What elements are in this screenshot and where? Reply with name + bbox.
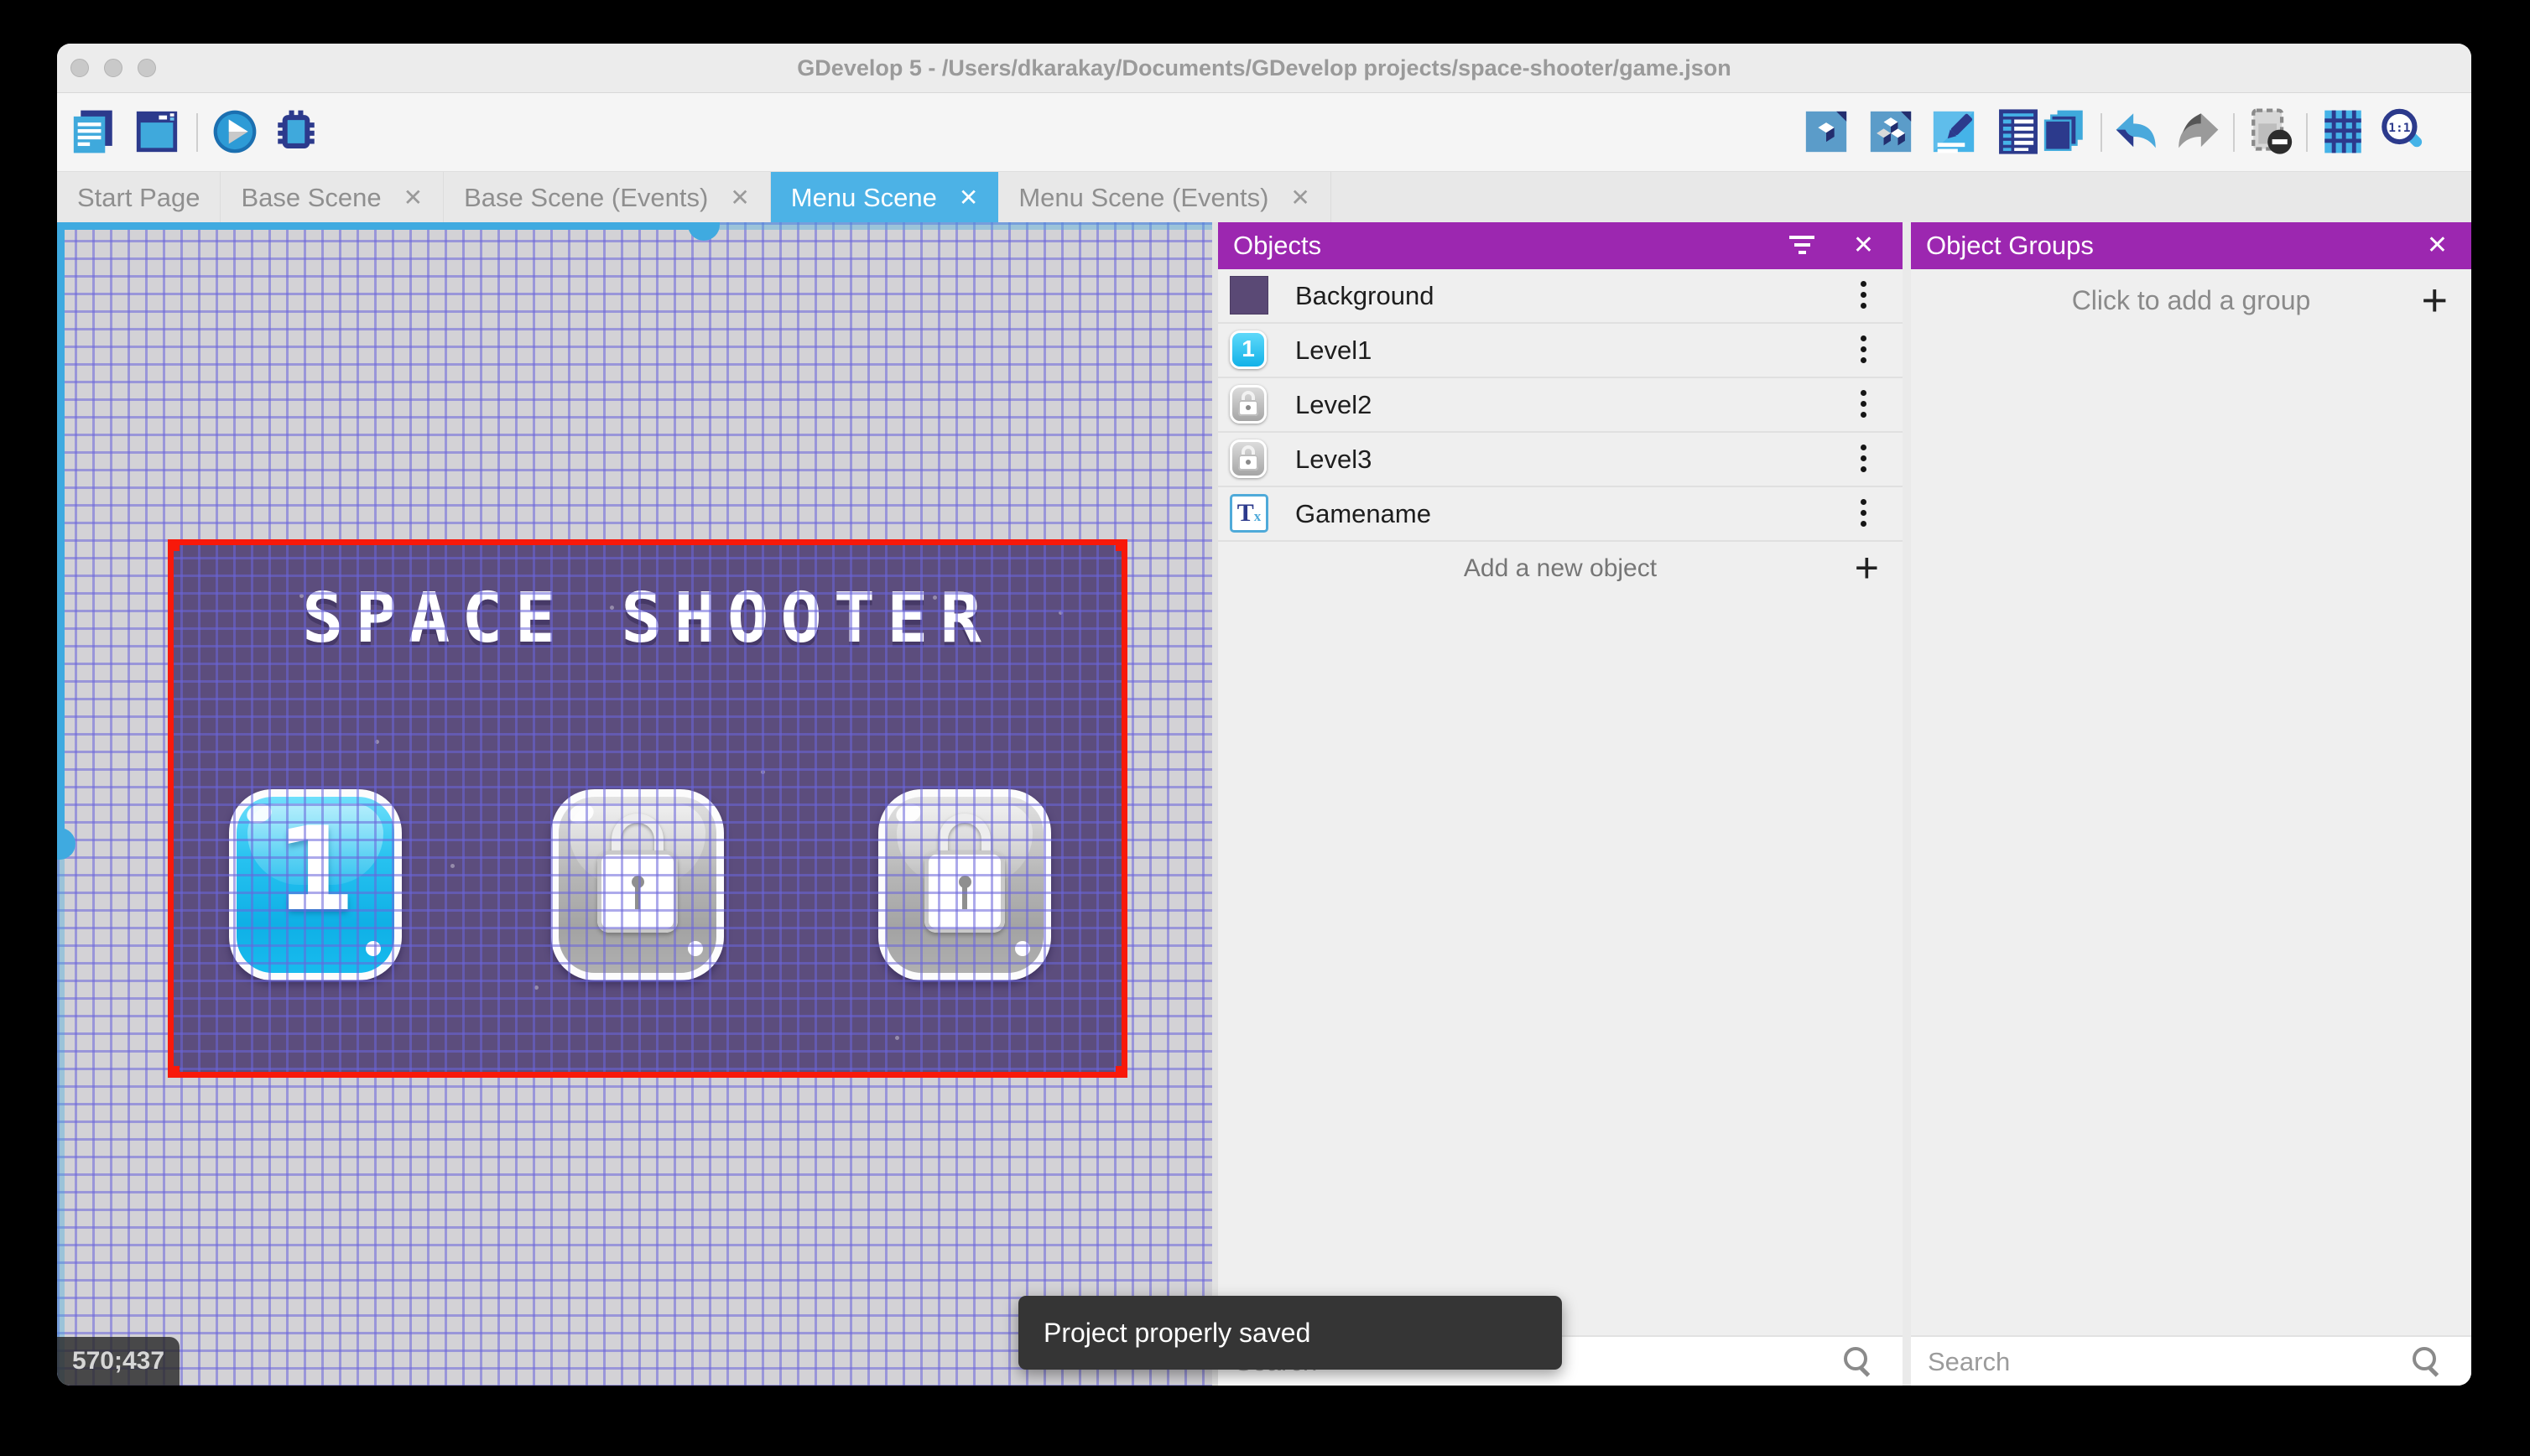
titlebar: GDevelop 5 - /Users/dkarakay/Documents/G… <box>57 44 2471 93</box>
lock-icon <box>559 814 716 933</box>
add-object-label: Add a new object <box>1463 554 1658 582</box>
groups-search-input[interactable] <box>1926 1344 2322 1381</box>
tab-menu-scene[interactable]: Menu Scene ✕ <box>770 172 999 223</box>
objects-panel-header: Objects ✕ <box>1218 222 1903 269</box>
level3-thumbnail <box>1230 439 1270 480</box>
instances-list-button[interactable] <box>1994 107 2043 156</box>
level2-thumbnail <box>1230 385 1270 425</box>
object-groups-panel-header: Object Groups ✕ <box>1911 222 2471 269</box>
close-panel-icon[interactable]: ✕ <box>1853 222 1874 269</box>
grid-icon <box>2324 110 2361 153</box>
objects-panel: Objects ✕ Background 1 Level1 Level2 Lev… <box>1218 222 1903 1386</box>
scene-editor-canvas[interactable]: SPACE SHOOTER 1 570;437 <box>57 222 1212 1386</box>
vertical-scrollbar-thumb[interactable] <box>57 828 75 860</box>
zoom-reset-button[interactable]: 1:1 <box>2378 107 2427 156</box>
object-row-level2[interactable]: Level2 <box>1218 378 1903 433</box>
toolbar-divider <box>196 113 198 152</box>
main-toolbar: 1:1 <box>57 93 2471 171</box>
play-icon <box>213 110 257 153</box>
level2-button-instance[interactable] <box>551 789 724 980</box>
object-menu-icon[interactable] <box>1861 281 1867 311</box>
panel-divider[interactable] <box>1903 222 1911 1386</box>
main-content: SPACE SHOOTER 1 570;437 Objects ✕ Backgr… <box>57 222 2471 1386</box>
window-mask-icon <box>2251 108 2293 154</box>
debug-bug-icon <box>278 110 315 148</box>
close-tab-icon[interactable]: ✕ <box>1290 184 1309 211</box>
add-object-plus-icon[interactable]: + <box>1855 542 1879 594</box>
search-icon <box>2413 1347 2441 1377</box>
add-object-row[interactable]: Add a new object + <box>1218 542 1903 596</box>
gamename-text-instance[interactable]: SPACE SHOOTER <box>174 579 1122 658</box>
svg-text:1:1: 1:1 <box>2388 122 2410 135</box>
level3-button-instance[interactable] <box>878 789 1051 980</box>
toolbar-divider <box>2306 113 2308 152</box>
start-page-button[interactable] <box>133 107 181 156</box>
objects-cube-icon <box>1805 111 1847 153</box>
toggle-grid-button[interactable] <box>2319 107 2367 156</box>
toolbar-divider <box>2101 113 2102 152</box>
gamename-thumbnail: Tx <box>1230 494 1270 534</box>
editor-tabbar: Start Page Base Scene ✕ Base Scene (Event… <box>57 171 2471 223</box>
object-groups-panel-title: Object Groups <box>1926 231 2094 260</box>
window-title: GDevelop 5 - /Users/dkarakay/Documents/G… <box>797 55 1731 81</box>
open-objects-panel-button[interactable] <box>1802 107 1851 156</box>
object-row-level1[interactable]: 1 Level1 <box>1218 324 1903 378</box>
add-group-row[interactable]: Click to add a group + <box>1911 269 2471 331</box>
tab-menu-scene-events[interactable]: Menu Scene (Events) ✕ <box>998 172 1331 223</box>
object-menu-icon[interactable] <box>1861 499 1867 529</box>
groups-search-bar <box>1911 1335 2471 1386</box>
horizontal-scrollbar-thumb[interactable] <box>688 222 720 241</box>
debug-button[interactable] <box>272 107 320 156</box>
open-properties-panel-button[interactable] <box>1929 107 1978 156</box>
redo-arrow-icon <box>2179 113 2219 148</box>
tab-base-scene[interactable]: Base Scene ✕ <box>221 172 445 223</box>
objects-panel-title: Objects <box>1233 231 1322 260</box>
tab-start-page[interactable]: Start Page <box>57 172 221 223</box>
lock-icon <box>886 814 1044 933</box>
undo-button[interactable] <box>2113 107 2162 156</box>
undo-arrow-icon <box>2116 113 2156 148</box>
open-object-groups-panel-button[interactable] <box>1866 107 1915 156</box>
search-icon <box>1844 1347 1872 1377</box>
object-row-gamename[interactable]: Tx Gamename <box>1218 487 1903 542</box>
cursor-coordinates: 570;437 <box>57 1337 180 1386</box>
filter-icon[interactable] <box>1788 236 1815 256</box>
object-groups-panel: Object Groups ✕ Click to add a group + <box>1911 222 2471 1386</box>
gdevelop-window: GDevelop 5 - /Users/dkarakay/Documents/G… <box>57 44 2471 1386</box>
preview-button[interactable] <box>211 107 259 156</box>
window-icon <box>136 111 178 153</box>
object-menu-icon[interactable] <box>1861 335 1867 366</box>
close-tab-icon[interactable]: ✕ <box>403 184 423 211</box>
toolbar-divider <box>2233 113 2235 152</box>
instances-list-icon <box>1999 109 2038 154</box>
add-group-label: Click to add a group <box>2071 285 2311 315</box>
object-menu-icon[interactable] <box>1861 445 1867 475</box>
add-group-plus-icon[interactable]: + <box>2421 269 2448 331</box>
close-tab-icon[interactable]: ✕ <box>730 184 749 211</box>
close-panel-icon[interactable]: ✕ <box>2427 222 2448 269</box>
redo-button[interactable] <box>2173 107 2221 156</box>
level1-button-instance[interactable]: 1 <box>229 789 402 980</box>
object-row-background[interactable]: Background <box>1218 269 1903 324</box>
layers-button[interactable] <box>2040 107 2089 156</box>
level1-thumbnail: 1 <box>1230 330 1270 371</box>
layers-icon <box>2043 110 2083 151</box>
object-menu-icon[interactable] <box>1861 390 1867 420</box>
project-manager-button[interactable] <box>70 107 118 156</box>
tab-base-scene-events[interactable]: Base Scene (Events) ✕ <box>444 172 771 223</box>
object-row-level3[interactable]: Level3 <box>1218 433 1903 487</box>
toggle-window-mask-button[interactable] <box>2247 107 2296 156</box>
properties-pencil-icon <box>1933 111 1975 153</box>
background-instance-selection[interactable]: SPACE SHOOTER 1 <box>168 539 1127 1078</box>
panel-divider[interactable] <box>1212 222 1218 1386</box>
close-tab-icon[interactable]: ✕ <box>959 184 978 211</box>
background-thumbnail <box>1230 276 1270 316</box>
object-groups-cubes-icon <box>1870 111 1912 153</box>
save-toast: Project properly saved <box>1018 1296 1562 1370</box>
project-manager-icon <box>73 110 112 153</box>
zoom-one-to-one-icon: 1:1 <box>2382 108 2423 148</box>
